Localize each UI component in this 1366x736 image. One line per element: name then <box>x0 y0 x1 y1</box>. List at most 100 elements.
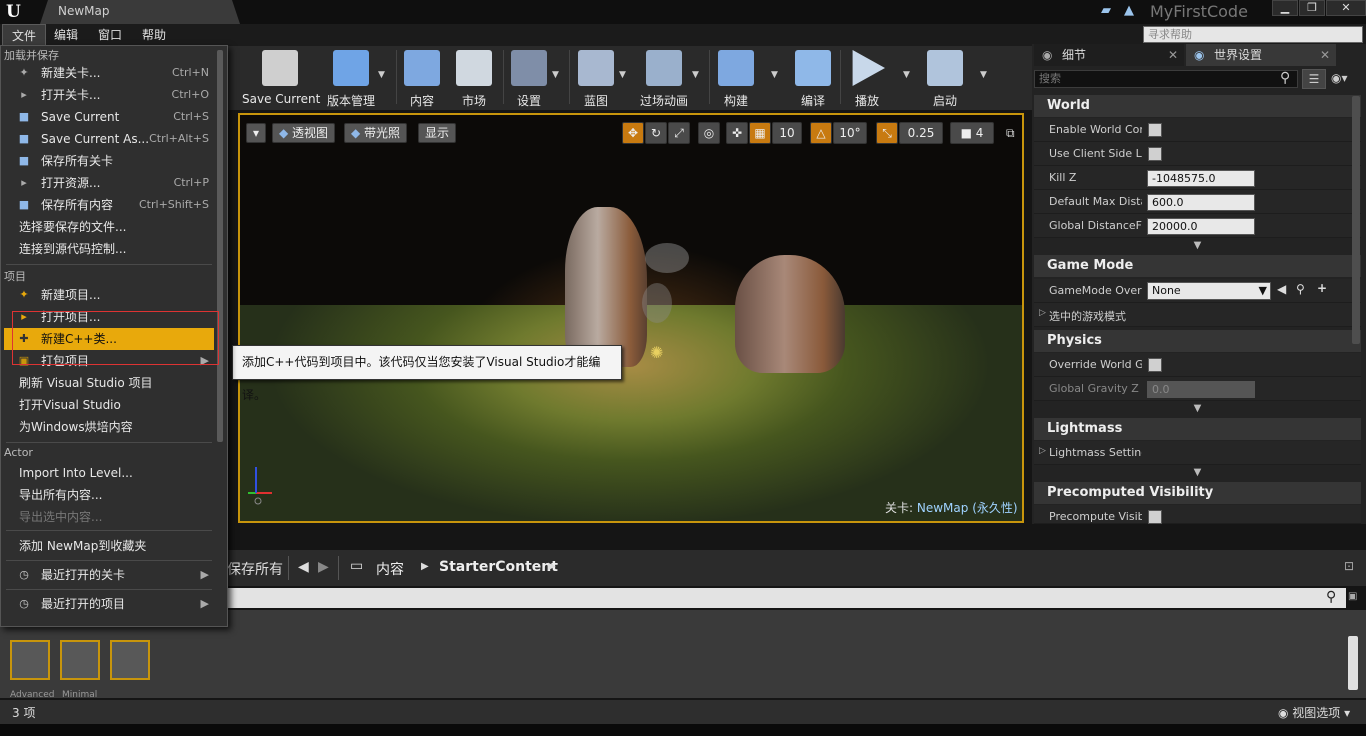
menu-item-export-all[interactable]: 导出所有内容... <box>4 484 214 506</box>
build-dropdown-icon[interactable]: ▼ <box>771 70 781 80</box>
forward-arrow-icon[interactable]: ▶ <box>318 559 329 575</box>
use-client-side-checkbox[interactable] <box>1148 147 1162 161</box>
section-precomputed-visibility[interactable]: Precomputed Visibility <box>1034 482 1361 504</box>
source-control-dropdown-icon[interactable]: ▼ <box>378 70 388 80</box>
menu-edit[interactable]: 编辑 <box>45 24 87 46</box>
asset-view-scrollbar[interactable] <box>1348 636 1358 690</box>
breadcrumb-content[interactable]: 内容 <box>376 559 404 579</box>
precompute-visibility-checkbox[interactable] <box>1148 510 1162 524</box>
save-current-button[interactable]: Save Current <box>242 48 320 108</box>
back-arrow-icon[interactable]: ◀ <box>298 559 309 575</box>
override-gravity-checkbox[interactable] <box>1148 358 1162 372</box>
cinematics-button[interactable]: 过场动画 <box>636 48 692 108</box>
file-menu-scrollbar[interactable] <box>217 50 223 442</box>
rotation-snap-value[interactable]: 10° <box>833 122 867 144</box>
menu-item-new-level[interactable]: ✦ 新建关卡... Ctrl+N <box>4 62 214 84</box>
enable-world-comp-checkbox[interactable] <box>1148 123 1162 137</box>
menu-item-import-into-level[interactable]: Import Into Level... <box>4 462 214 484</box>
property-matrix-icon[interactable]: ☰ <box>1302 69 1326 89</box>
launch-dropdown-icon[interactable]: ▼ <box>980 70 990 80</box>
asset-thumbnail[interactable] <box>10 640 50 680</box>
blueprint-button[interactable]: 蓝图 <box>574 48 618 108</box>
help-search-input[interactable]: 寻求帮助 <box>1143 26 1363 43</box>
advanced-expand-icon[interactable]: ▼ <box>1034 467 1361 481</box>
prop-selected-gamemode[interactable]: ▷ 选中的游戏模式 <box>1034 303 1361 327</box>
close-tab-icon[interactable]: ✕ <box>1168 44 1178 66</box>
advanced-expand-icon[interactable]: ▼ <box>1034 403 1361 417</box>
rotation-snap-icon[interactable]: △ <box>810 122 832 144</box>
close-tab-icon[interactable]: ✕ <box>1320 44 1330 66</box>
chat-icon[interactable]: ▰ <box>1097 3 1115 19</box>
browse-icon[interactable]: ⚲ <box>1296 282 1305 296</box>
menu-item-save-current-as[interactable]: ■ Save Current As... Ctrl+Alt+S <box>4 128 214 150</box>
gamemode-select[interactable]: None ▼ <box>1147 282 1271 300</box>
lit-button[interactable]: ◆ 带光照 <box>344 123 408 143</box>
view-options-button[interactable]: ◉ 视图选项 ▾ <box>1278 704 1350 721</box>
rotate-mode-icon[interactable]: ↻ <box>645 122 667 144</box>
restore-button[interactable]: ❐ <box>1299 0 1325 16</box>
save-all-button[interactable]: 保存所有 <box>227 559 283 579</box>
menu-window[interactable]: 窗口 <box>89 24 131 46</box>
details-search-input[interactable]: 搜索 <box>1034 70 1298 88</box>
play-button[interactable]: 播放 <box>845 48 889 108</box>
menu-item-save-all[interactable]: ■ 保存所有内容 Ctrl+Shift+S <box>4 194 214 216</box>
menu-item-cook-windows[interactable]: 为Windows烘培内容 <box>4 416 214 438</box>
menu-item-open-asset[interactable]: ▸ 打开资源... Ctrl+P <box>4 172 214 194</box>
menu-item-choose-files[interactable]: 选择要保存的文件... <box>4 216 214 238</box>
section-game-mode[interactable]: Game Mode <box>1034 255 1361 277</box>
maximize-viewport-icon[interactable]: ⧉ <box>1006 126 1015 141</box>
menu-item-new-project[interactable]: ✦ 新建项目... <box>4 284 214 306</box>
world-space-icon[interactable]: ◎ <box>698 122 720 144</box>
save-search-icon[interactable]: ▣ <box>1348 591 1357 602</box>
breadcrumb-separator-icon[interactable]: ▶ <box>548 561 556 572</box>
point-light-icon[interactable]: ✺ <box>650 343 674 367</box>
section-world[interactable]: World <box>1034 95 1361 117</box>
level-tab[interactable]: NewMap <box>40 0 240 24</box>
blueprint-dropdown-icon[interactable]: ▼ <box>619 70 629 80</box>
build-button[interactable]: 构建 <box>714 48 758 108</box>
cap-icon[interactable]: ▲ <box>1120 3 1138 19</box>
surface-snap-icon[interactable]: ✜ <box>726 122 748 144</box>
compile-button[interactable]: 编译 <box>791 48 835 108</box>
minimize-button[interactable]: ▁ <box>1272 0 1298 16</box>
unreal-logo-icon[interactable]: U <box>6 2 30 22</box>
menu-item-connect-source-control[interactable]: 连接到源代码控制... <box>4 238 214 260</box>
scale-mode-icon[interactable]: ⤢ <box>668 122 690 144</box>
play-dropdown-icon[interactable]: ▼ <box>903 70 913 80</box>
grid-snap-icon[interactable]: ▦ <box>749 122 771 144</box>
details-scrollbar[interactable] <box>1352 96 1360 344</box>
rock-mesh[interactable] <box>565 207 647 367</box>
menu-item-refresh-vs-project[interactable]: 刷新 Visual Studio 项目 <box>4 372 214 394</box>
perspective-button[interactable]: ◆ 透视图 <box>272 123 336 143</box>
lock-icon[interactable]: ⊡ <box>1344 559 1354 573</box>
use-selected-icon[interactable]: ◀ <box>1277 282 1286 296</box>
scale-snap-icon[interactable]: ⤡ <box>876 122 898 144</box>
viewport-options-button[interactable]: ▾ <box>246 123 266 143</box>
launch-button[interactable]: 启动 <box>922 48 968 108</box>
rock-mesh[interactable] <box>735 255 845 373</box>
menu-item-open-visual-studio[interactable]: 打开Visual Studio <box>4 394 214 416</box>
translate-mode-icon[interactable]: ✥ <box>622 122 644 144</box>
menu-file[interactable]: 文件 <box>2 24 47 46</box>
menu-item-save-current[interactable]: ■ Save Current Ctrl+S <box>4 106 214 128</box>
marketplace-button[interactable]: 市场 <box>452 48 496 108</box>
settings-dropdown-icon[interactable]: ▼ <box>552 70 562 80</box>
kill-z-field[interactable]: -1048575.0 <box>1147 170 1255 187</box>
menu-item-recent-levels[interactable]: ◷ 最近打开的关卡 ▶ <box>4 564 214 586</box>
menu-item-save-all-levels[interactable]: ■ 保存所有关卡 <box>4 150 214 172</box>
max-distance-field[interactable]: 600.0 <box>1147 194 1255 211</box>
add-icon[interactable]: + <box>1317 281 1327 295</box>
section-lightmass[interactable]: Lightmass <box>1034 418 1361 440</box>
breadcrumb-separator-icon[interactable]: ▶ <box>421 561 429 572</box>
tab-world-settings[interactable]: ◉ 世界设置 ✕ <box>1186 44 1336 66</box>
asset-thumbnail[interactable] <box>110 640 150 680</box>
advanced-expand-icon[interactable]: ▼ <box>1034 240 1361 254</box>
cinematics-dropdown-icon[interactable]: ▼ <box>692 70 702 80</box>
asset-thumbnail[interactable] <box>60 640 100 680</box>
scale-snap-value[interactable]: 0.25 <box>899 122 943 144</box>
menu-help[interactable]: 帮助 <box>133 24 175 46</box>
global-distance-field[interactable]: 20000.0 <box>1147 218 1255 235</box>
content-button[interactable]: 内容 <box>400 48 444 108</box>
menu-item-add-favorite[interactable]: 添加 NewMap到收藏夹 <box>4 535 214 557</box>
breadcrumb-starter-content[interactable]: StarterContent <box>439 559 558 575</box>
